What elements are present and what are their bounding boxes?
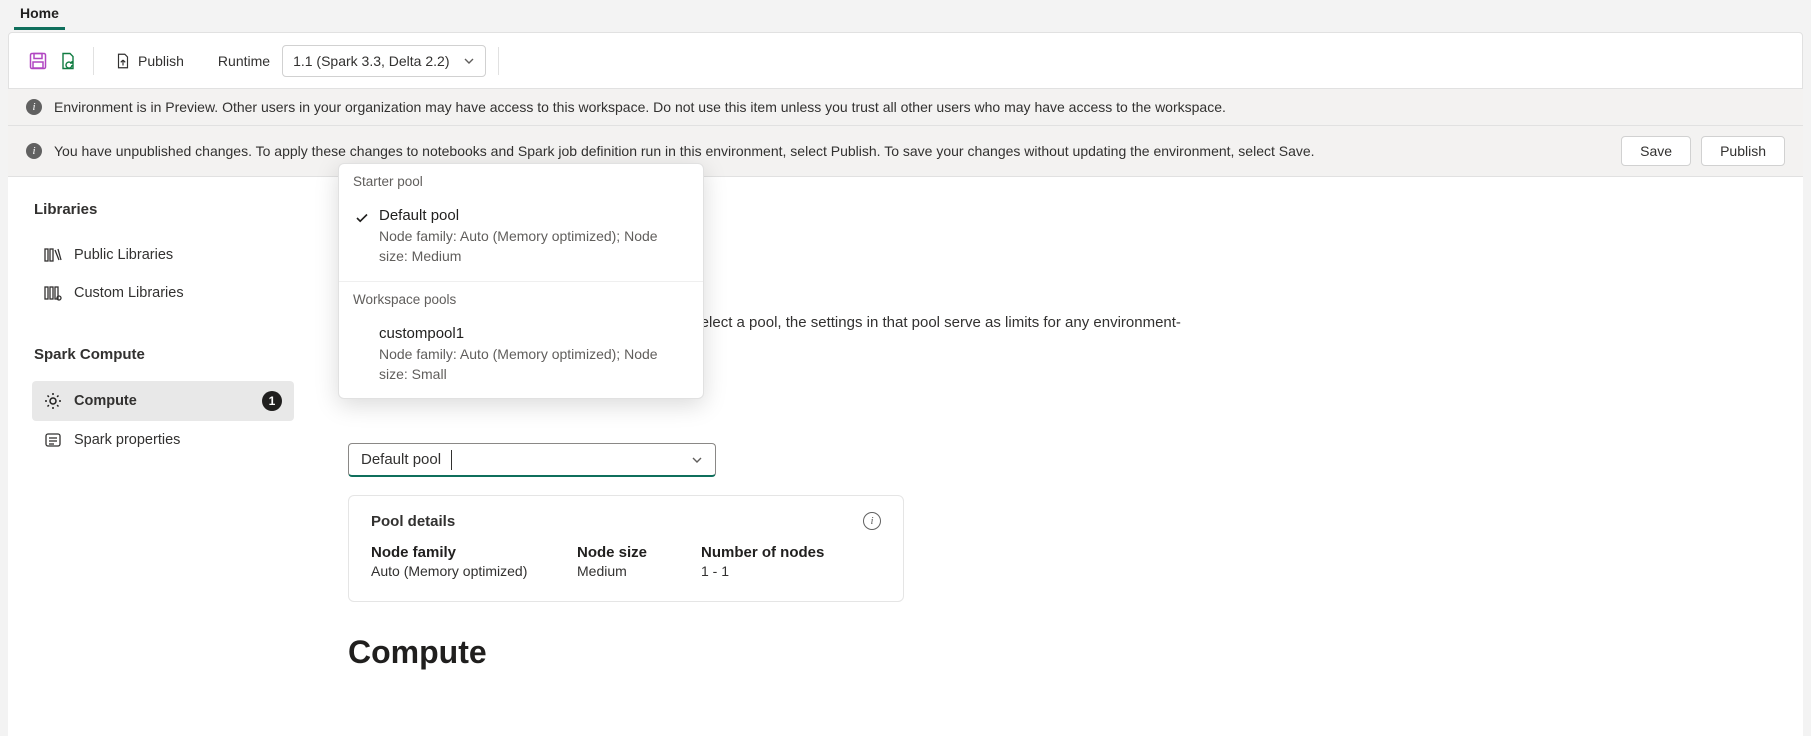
runtime-label: Runtime	[218, 53, 270, 69]
tab-home[interactable]: Home	[14, 1, 65, 30]
infobar-unpublished: i You have unpublished changes. To apply…	[8, 126, 1803, 177]
sidebar-item-label: Spark properties	[74, 432, 180, 448]
infobar-preview: i Environment is in Preview. Other users…	[8, 89, 1803, 126]
custom-libraries-icon	[44, 284, 62, 302]
infobar-save-button[interactable]: Save	[1621, 136, 1691, 166]
runtime-value: 1.1 (Spark 3.3, Delta 2.2)	[293, 53, 449, 69]
save-icon-button[interactable]	[23, 46, 53, 76]
pool-details-card: Pool details i Node family Auto (Memory …	[348, 495, 904, 602]
sidebar-heading-compute: Spark Compute	[32, 346, 294, 363]
chevron-down-icon	[691, 454, 703, 466]
tabbar: Home	[0, 0, 1811, 30]
sidebar-item-compute[interactable]: Compute 1	[32, 381, 294, 421]
toolbar-divider	[93, 47, 94, 75]
sidebar-item-public-libraries[interactable]: Public Libraries	[32, 236, 294, 274]
dropdown-item-custompool1[interactable]: custompool1 Node family: Auto (Memory op…	[339, 315, 703, 399]
pool-dropdown-popup: Starter pool Default pool Node family: A…	[338, 163, 704, 399]
checkmark-placeholder	[353, 325, 371, 385]
number-of-nodes-value: 1 - 1	[701, 563, 861, 579]
save-icon	[28, 51, 48, 71]
info-icon[interactable]: i	[863, 512, 881, 530]
node-family-label: Node family	[371, 544, 577, 561]
content: Libraries Public Libraries Custom Librar…	[8, 177, 1803, 736]
dropdown-item-default-pool[interactable]: Default pool Node family: Auto (Memory o…	[339, 197, 703, 282]
sidebar-item-spark-properties[interactable]: Spark properties	[32, 421, 294, 459]
checkmark-icon	[353, 207, 371, 267]
publish-icon	[114, 52, 132, 70]
sidebar-item-label: Custom Libraries	[74, 285, 184, 301]
list-icon	[44, 431, 62, 449]
public-libraries-icon	[44, 246, 62, 264]
dropdown-section-starter: Starter pool	[339, 164, 703, 197]
sidebar-item-label: Compute	[74, 393, 137, 409]
toolbar: Publish Runtime 1.1 (Spark 3.3, Delta 2.…	[8, 32, 1803, 89]
dropdown-item-name: Default pool	[379, 207, 689, 224]
runtime-select[interactable]: 1.1 (Spark 3.3, Delta 2.2)	[282, 45, 486, 77]
chevron-down-icon	[463, 55, 475, 67]
publish-label: Publish	[138, 53, 184, 69]
infobar-unpublished-text: You have unpublished changes. To apply t…	[54, 143, 1315, 159]
text-caret	[451, 450, 452, 470]
pool-select-value: Default pool	[361, 451, 441, 468]
document-refresh-icon	[58, 51, 78, 71]
refresh-icon-button[interactable]	[53, 46, 83, 76]
dropdown-section-workspace: Workspace pools	[339, 282, 703, 315]
node-size-label: Node size	[577, 544, 701, 561]
pool-details-title: Pool details	[371, 513, 455, 530]
dropdown-item-name: custompool1	[379, 325, 689, 342]
sidebar-item-label: Public Libraries	[74, 247, 173, 263]
compute-heading: Compute	[348, 634, 1773, 671]
compute-badge: 1	[262, 391, 282, 411]
dropdown-item-desc: Node family: Auto (Memory optimized); No…	[379, 226, 689, 267]
number-of-nodes-label: Number of nodes	[701, 544, 861, 561]
dropdown-item-desc: Node family: Auto (Memory optimized); No…	[379, 344, 689, 385]
gear-icon	[44, 392, 62, 410]
publish-button[interactable]: Publish	[104, 48, 194, 74]
environment-pool-input[interactable]: Default pool	[348, 443, 716, 477]
info-icon: i	[26, 99, 42, 115]
info-icon: i	[26, 143, 42, 159]
sidebar-item-custom-libraries[interactable]: Custom Libraries	[32, 274, 294, 312]
node-family-value: Auto (Memory optimized)	[371, 563, 577, 579]
infobar-publish-button[interactable]: Publish	[1701, 136, 1785, 166]
toolbar-divider	[498, 47, 499, 75]
infobar-preview-text: Environment is in Preview. Other users i…	[54, 99, 1226, 115]
sidebar-heading-libraries: Libraries	[32, 201, 294, 218]
node-size-value: Medium	[577, 563, 701, 579]
sidebar: Libraries Public Libraries Custom Librar…	[8, 177, 308, 736]
